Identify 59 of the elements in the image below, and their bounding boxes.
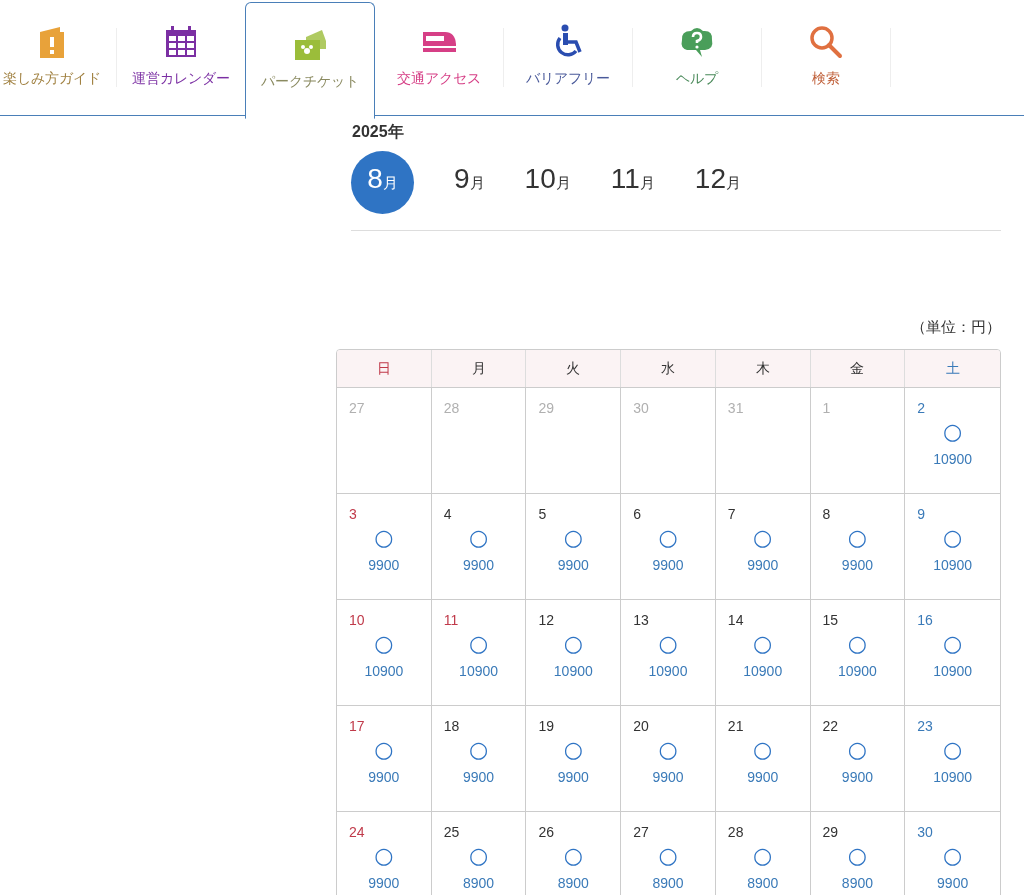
month-tab[interactable]: 11月	[610, 150, 655, 214]
day-cell: 30	[621, 387, 716, 493]
nav-tab[interactable]: 楽しみ方ガイド	[0, 0, 116, 116]
day-cell[interactable]: 4 ○ 9900	[431, 493, 527, 599]
nav-tab[interactable]: 検索	[762, 0, 890, 116]
day-cell[interactable]: 11 ○ 10900	[431, 599, 527, 705]
day-cell[interactable]: 25 ○ 8900	[431, 811, 527, 895]
day-cell[interactable]: 23 ○ 10900	[905, 705, 1000, 811]
day-cell[interactable]: 7 ○ 9900	[715, 493, 811, 599]
day-cell[interactable]: 19 ○ 9900	[526, 705, 622, 811]
weekday-header: 金	[810, 349, 906, 387]
nav-tab[interactable]: パークチケット	[245, 2, 375, 119]
day-cell[interactable]: 10 ○ 10900	[337, 599, 432, 705]
day-cell[interactable]: 13 ○ 10900	[621, 599, 716, 705]
day-cell: 1	[810, 387, 906, 493]
weekday-header: 月	[431, 349, 527, 387]
nav-tab[interactable]: 交通アクセス	[375, 0, 503, 116]
day-cell[interactable]: 17 ○ 9900	[337, 705, 432, 811]
ticket-icon	[292, 27, 328, 63]
weekday-header: 土	[944, 358, 961, 378]
day-cell: 31	[715, 387, 811, 493]
search-icon	[808, 24, 844, 60]
day-cell[interactable]: 27 ○ 8900	[621, 811, 716, 895]
month-tab[interactable]: 9月	[454, 150, 485, 214]
calendar-icon	[163, 24, 199, 60]
day-cell[interactable]: 22 ○ 9900	[810, 705, 906, 811]
day-cell[interactable]: 6 ○ 9900	[621, 493, 716, 599]
month-tab[interactable]: 8月	[351, 150, 414, 214]
day-cell[interactable]: 15 ○ 10900	[810, 599, 906, 705]
unit-note: （単位：円）	[911, 317, 1001, 337]
day-cell[interactable]: 5 ○ 9900	[526, 493, 622, 599]
day-cell[interactable]: 26 ○ 8900	[526, 811, 622, 895]
day-cell[interactable]: 8 ○ 9900	[810, 493, 906, 599]
month-tab[interactable]: 10月	[524, 150, 571, 214]
day-cell[interactable]: 28 ○ 8900	[715, 811, 811, 895]
day-cell[interactable]: 9 ○ 10900	[905, 493, 1000, 599]
day-cell[interactable]: 20 ○ 9900	[621, 705, 716, 811]
day-cell[interactable]: 16 ○ 10900	[905, 599, 1000, 705]
day-cell[interactable]: 29 ○ 8900	[810, 811, 906, 895]
month-tab[interactable]: 12月	[694, 150, 741, 214]
weekday-header: 日	[337, 349, 432, 387]
weekday-header: 火	[526, 349, 622, 387]
weekday-header: 木	[715, 349, 811, 387]
day-cell[interactable]: 2 ○ 10900	[905, 387, 1000, 493]
nav-tab[interactable]: 運営カレンダー	[117, 0, 245, 116]
day-cell[interactable]: 24 ○ 9900	[337, 811, 432, 895]
nav-tab[interactable]: ヘルプ	[633, 0, 761, 116]
day-cell[interactable]: 12 ○ 10900	[526, 599, 622, 705]
day-cell[interactable]: 30 ○ 9900	[905, 811, 1000, 895]
day-cell[interactable]: 18 ○ 9900	[431, 705, 527, 811]
day-cell: 27	[337, 387, 432, 493]
day-cell: 29	[526, 387, 622, 493]
weekday-header: 水	[621, 349, 716, 387]
nav-tab[interactable]: バリアフリー	[504, 0, 632, 116]
day-cell[interactable]: 3 ○ 9900	[337, 493, 432, 599]
day-cell[interactable]: 21 ○ 9900	[715, 705, 811, 811]
year-label: 2025年	[352, 122, 404, 142]
day-cell[interactable]: 14 ○ 10900	[715, 599, 811, 705]
day-cell: 28	[431, 387, 527, 493]
